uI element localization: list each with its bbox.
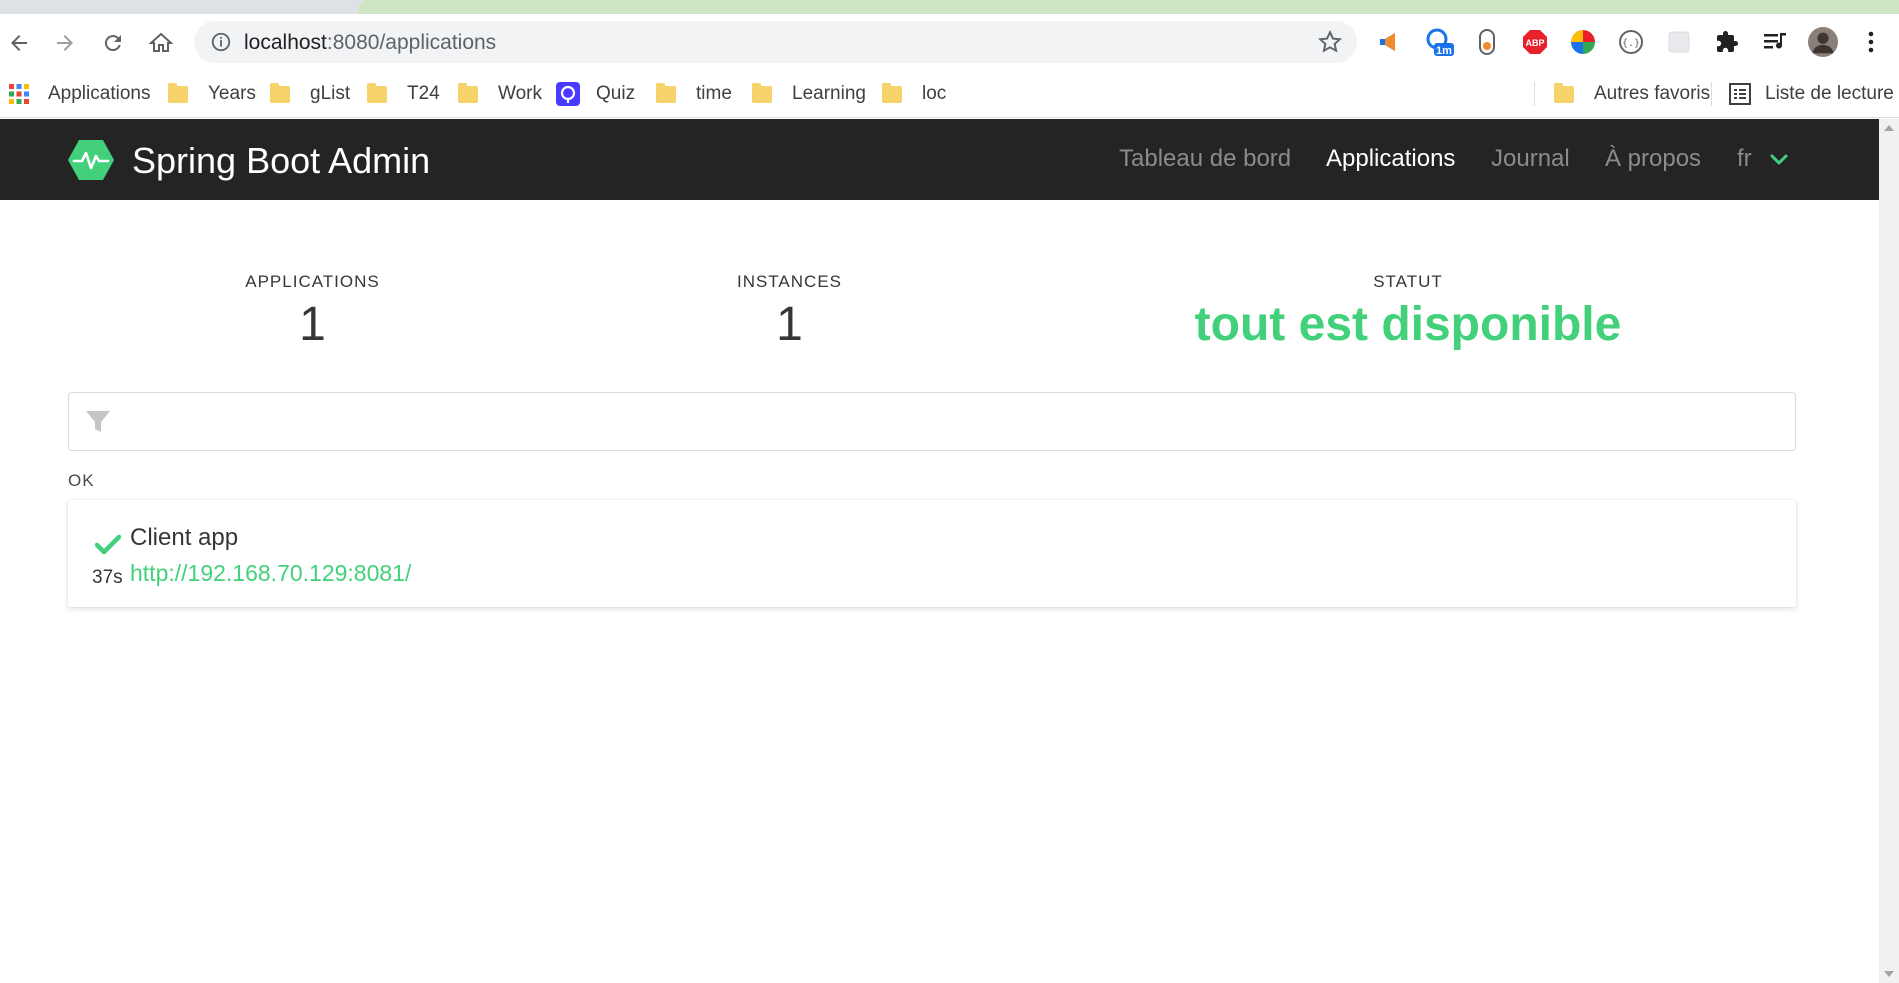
reload-button[interactable]: [98, 28, 128, 58]
nav-about[interactable]: À propos: [1605, 145, 1701, 173]
bookmark-applications[interactable]: Applications: [8, 79, 150, 109]
bookmark-label: loc: [922, 83, 947, 104]
toggle-extension-icon[interactable]: [1472, 27, 1502, 57]
adblock-icon[interactable]: ABP: [1520, 27, 1550, 57]
folder-icon: [270, 82, 290, 103]
media-queue-icon[interactable]: [1760, 27, 1790, 57]
folder-icon: [1554, 82, 1574, 103]
filter-field[interactable]: [68, 392, 1796, 451]
scroll-down-arrow-icon[interactable]: [1884, 971, 1894, 977]
bookmarks-bar: Applications Years gList T24 Work Quiz t…: [0, 70, 1899, 118]
bookmark-label: Quiz: [596, 83, 636, 104]
folder-icon: [168, 82, 188, 103]
back-button[interactable]: [4, 28, 34, 58]
filter-input[interactable]: [125, 403, 1775, 441]
home-icon: [149, 32, 173, 52]
bookmark-learning[interactable]: Learning: [752, 79, 866, 109]
url-host: localhost: [244, 31, 327, 54]
bookmark-label: Learning: [792, 83, 866, 104]
uptime-text: 37s: [92, 567, 123, 588]
check-icon: [95, 534, 121, 555]
filter-icon: [86, 411, 110, 432]
folder-icon: [458, 82, 478, 103]
page-content: Spring Boot Admin Tableau de bord Applic…: [0, 119, 1879, 983]
pulse-logo-icon[interactable]: [67, 139, 115, 181]
extension-badge: 1m: [1436, 45, 1452, 57]
url-text: localhost:8080/applications: [244, 31, 496, 55]
chevron-down-icon[interactable]: [1768, 149, 1790, 171]
app-title[interactable]: Spring Boot Admin: [132, 140, 430, 182]
megaphone-extension-icon[interactable]: [1375, 27, 1405, 57]
stat-applications-value: 1: [299, 298, 326, 351]
svg-text:{.}: {.}: [1622, 38, 1640, 49]
bookmark-star-icon[interactable]: [1317, 29, 1343, 55]
browser-toolbar: localhost:8080/applications 1m ABP {.}: [0, 14, 1899, 70]
bookmark-label: Applications: [48, 83, 151, 104]
bookmark-label: T24: [407, 83, 440, 104]
bookmark-other-favorites[interactable]: Autres favoris: [1554, 79, 1710, 109]
bookmark-t24[interactable]: T24: [367, 79, 440, 109]
bookmark-label: time: [696, 83, 732, 104]
bookmark-work[interactable]: Work: [458, 79, 542, 109]
bookmark-divider: [1534, 82, 1535, 106]
quiz-icon: [556, 82, 580, 106]
reading-list-button[interactable]: Liste de lecture: [1729, 79, 1894, 109]
nav-applications[interactable]: Applications: [1326, 145, 1455, 173]
forward-arrow-icon: [57, 35, 73, 51]
bookmark-years[interactable]: Years: [168, 79, 256, 109]
scroll-up-arrow-icon[interactable]: [1884, 125, 1894, 131]
bookmark-label: Autres favoris: [1594, 83, 1711, 104]
json-extension-icon[interactable]: {.}: [1616, 27, 1646, 57]
bookmark-quiz[interactable]: Quiz: [556, 79, 635, 109]
stat-status-label: STATUT: [1373, 272, 1443, 291]
forward-button[interactable]: [50, 28, 80, 58]
stat-applications-label: APPLICATIONS: [245, 272, 380, 291]
vertical-scrollbar[interactable]: [1879, 119, 1899, 983]
status-group-label: OK: [68, 471, 95, 490]
avatar[interactable]: [1808, 27, 1838, 57]
apps-grid-icon: [9, 84, 29, 104]
more-menu-icon[interactable]: [1856, 27, 1886, 57]
bookmark-label: Years: [208, 83, 256, 104]
bookmark-time[interactable]: time: [656, 79, 732, 109]
stat-instances-label: INSTANCES: [736, 272, 843, 291]
application-card[interactable]: 37s Client app http://192.168.70.129:808…: [68, 500, 1796, 607]
url-path: :8080/applications: [326, 31, 497, 54]
stat-status-value: tout est disponible: [1194, 298, 1622, 351]
bookmark-glist[interactable]: gList: [270, 79, 350, 109]
tab-strip: [0, 0, 1899, 14]
back-arrow-icon: [11, 35, 27, 51]
bookmark-label: gList: [310, 83, 351, 104]
bookmark-divider: [1711, 82, 1712, 106]
home-button[interactable]: [146, 28, 176, 58]
stat-instances-value: 1: [776, 298, 803, 351]
folder-icon: [752, 82, 772, 103]
adblock-label: ABP: [1525, 38, 1544, 48]
nav-journal[interactable]: Journal: [1491, 145, 1570, 173]
folder-icon: [656, 82, 676, 103]
puzzle-extensions-icon[interactable]: [1712, 27, 1742, 57]
timer-extension-icon[interactable]: 1m: [1424, 27, 1454, 57]
reading-list-icon: [1729, 83, 1751, 105]
application-url-link[interactable]: http://192.168.70.129:8081/: [130, 560, 411, 587]
folder-icon: [367, 82, 387, 103]
reload-icon: [104, 35, 121, 52]
bookmark-label: Work: [498, 83, 542, 104]
address-bar[interactable]: localhost:8080/applications: [194, 21, 1357, 63]
app-navbar: Spring Boot Admin Tableau de bord Applic…: [0, 119, 1879, 200]
bookmark-loc[interactable]: loc: [882, 79, 946, 109]
language-selector[interactable]: fr: [1737, 145, 1752, 173]
folder-icon: [882, 82, 902, 103]
application-name[interactable]: Client app: [130, 524, 238, 552]
info-icon[interactable]: [210, 31, 232, 53]
color-wheel-extension-icon[interactable]: [1568, 27, 1598, 57]
reading-list-label: Liste de lecture: [1765, 83, 1894, 104]
grey-extension-icon[interactable]: [1664, 27, 1694, 57]
active-tab[interactable]: [358, 0, 1899, 14]
nav-dashboard[interactable]: Tableau de bord: [1119, 145, 1291, 173]
